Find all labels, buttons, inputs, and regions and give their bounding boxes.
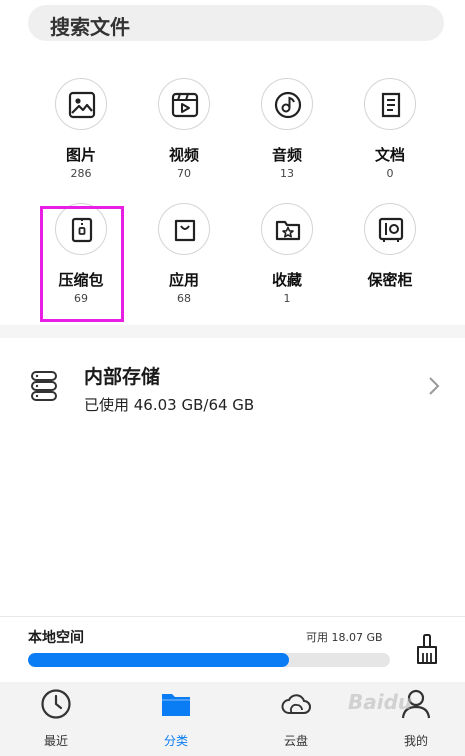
tab-label: 最近 bbox=[43, 734, 68, 748]
local-space-panel: 本地空间 可用 18.07 GB bbox=[0, 616, 465, 682]
category-label: 收藏 bbox=[271, 271, 302, 289]
category-safe[interactable]: 保密柜 bbox=[340, 203, 440, 321]
category-count: 70 bbox=[177, 167, 191, 180]
tab-label: 分类 bbox=[163, 734, 188, 748]
selection-highlight bbox=[40, 206, 124, 322]
safe-icon bbox=[364, 203, 416, 255]
category-count: 1 bbox=[283, 292, 291, 305]
category-label: 应用 bbox=[168, 271, 199, 289]
storage-progress-fill bbox=[28, 653, 289, 667]
section-divider bbox=[0, 325, 465, 338]
tab-label: 我的 bbox=[403, 734, 428, 748]
clean-broom-icon[interactable] bbox=[414, 633, 440, 669]
category-apps[interactable]: 应用 68 bbox=[134, 203, 234, 321]
audio-icon bbox=[261, 78, 313, 130]
storage-progress-bar bbox=[28, 653, 390, 667]
category-favorites[interactable]: 收藏 1 bbox=[237, 203, 337, 321]
video-icon bbox=[158, 78, 210, 130]
clock-icon bbox=[41, 689, 71, 719]
tab-label: 云盘 bbox=[283, 734, 308, 748]
image-icon bbox=[55, 78, 107, 130]
tab-category[interactable]: 分类 bbox=[136, 688, 216, 752]
category-audio[interactable]: 音频 13 bbox=[237, 78, 337, 196]
internal-storage-row[interactable]: 内部存储 已使用 46.03 GB/64 GB bbox=[0, 338, 465, 433]
document-icon bbox=[364, 78, 416, 130]
folder-icon bbox=[162, 694, 190, 716]
search-bar[interactable]: 搜索文件 bbox=[28, 5, 444, 41]
app-bag-icon bbox=[158, 203, 210, 255]
category-videos[interactable]: 视频 70 bbox=[134, 78, 234, 196]
tab-recent[interactable]: 最近 bbox=[16, 688, 96, 752]
category-label: 图片 bbox=[65, 146, 96, 164]
category-documents[interactable]: 文档 0 bbox=[340, 78, 440, 196]
watermark-text: Baidu bbox=[348, 690, 413, 714]
category-images[interactable]: 图片 286 bbox=[31, 78, 131, 196]
category-count: 286 bbox=[70, 167, 92, 180]
category-label: 视频 bbox=[168, 146, 199, 164]
search-placeholder: 搜索文件 bbox=[50, 15, 130, 39]
category-label: 保密柜 bbox=[367, 271, 413, 289]
storage-title: 内部存储 bbox=[84, 366, 161, 388]
chevron-right-icon bbox=[428, 376, 440, 400]
cloud-icon bbox=[281, 694, 311, 714]
category-count: 13 bbox=[280, 167, 294, 180]
category-label: 音频 bbox=[271, 146, 302, 164]
storage-used: 已使用 46.03 GB/64 GB bbox=[84, 396, 255, 414]
category-count: 0 bbox=[386, 167, 394, 180]
storage-icon bbox=[30, 370, 58, 406]
tab-cloud[interactable]: 云盘 bbox=[256, 688, 336, 752]
category-label: 文档 bbox=[374, 146, 405, 164]
local-space-available: 可用 18.07 GB bbox=[306, 631, 383, 644]
category-count: 68 bbox=[177, 292, 191, 305]
local-space-title: 本地空间 bbox=[28, 630, 84, 646]
favorite-folder-icon bbox=[261, 203, 313, 255]
